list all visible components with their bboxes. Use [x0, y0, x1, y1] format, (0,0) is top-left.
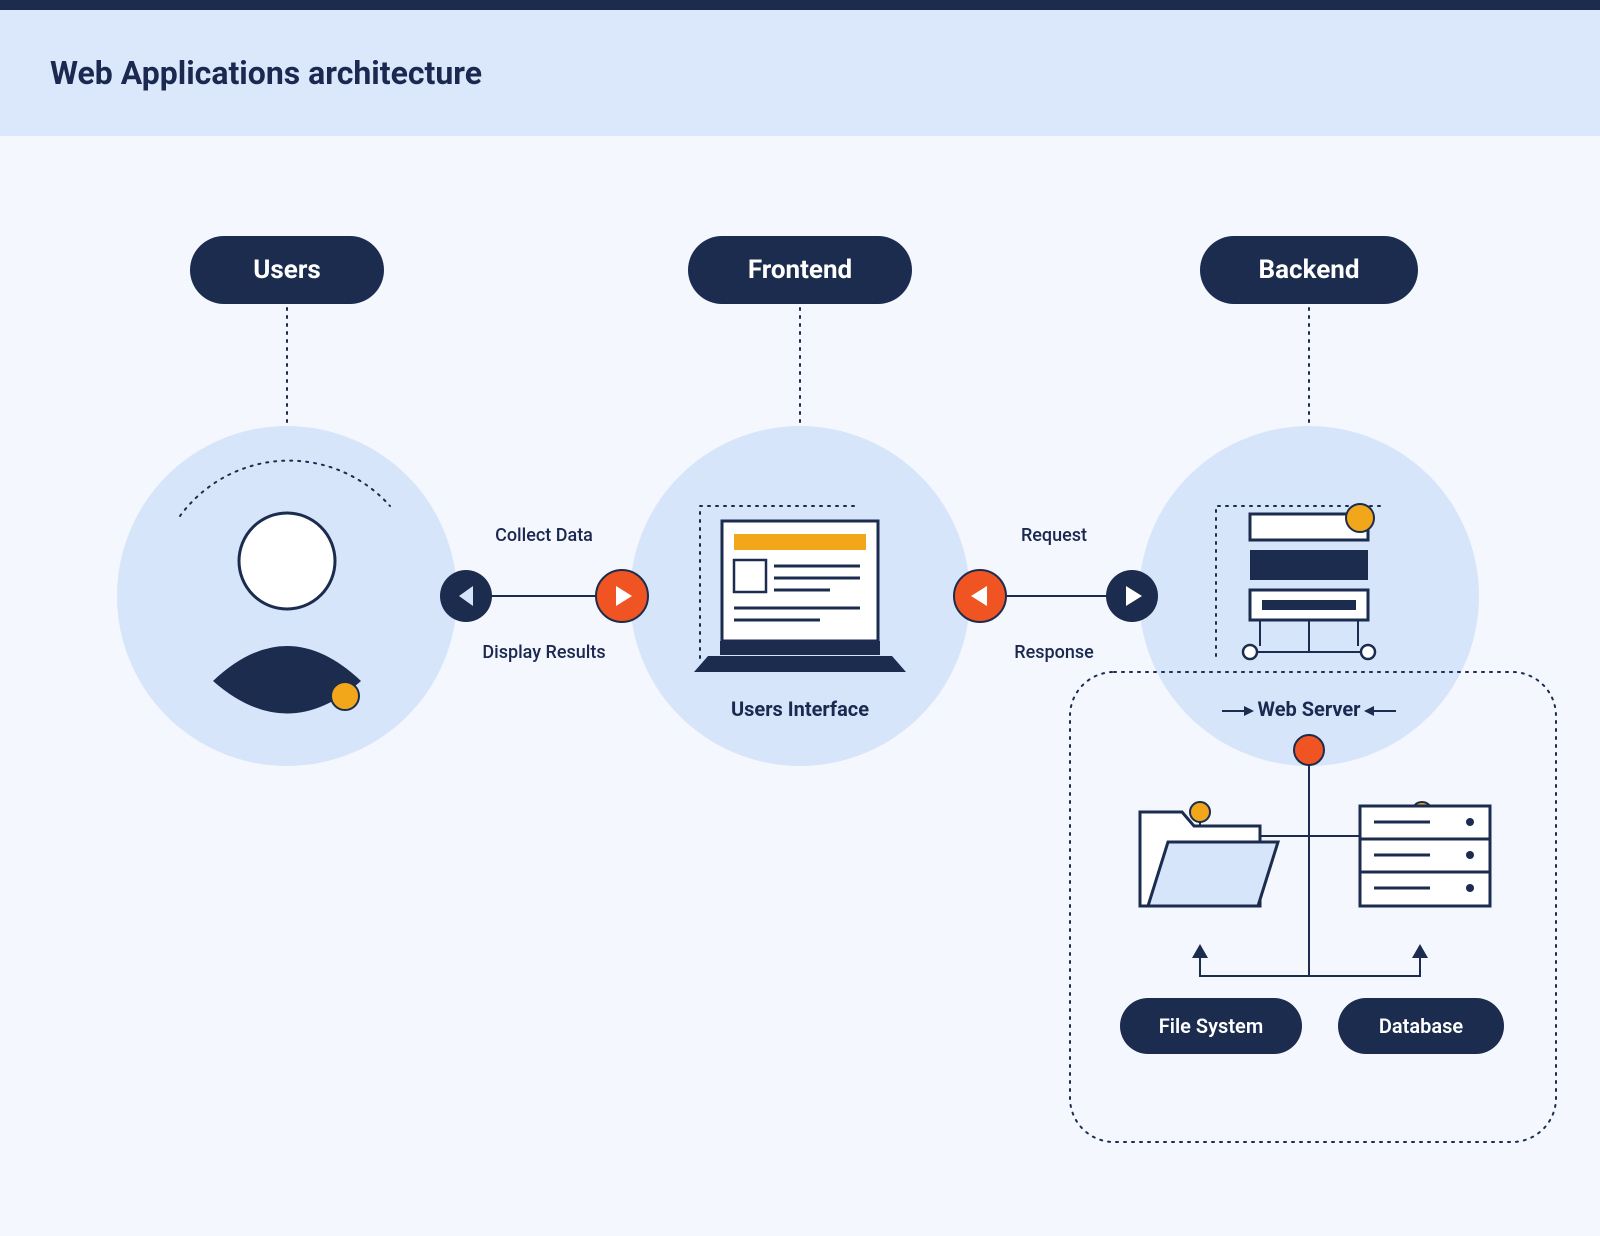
backend-pill-label: Backend — [1259, 255, 1360, 285]
arrow-up-icon — [1192, 944, 1208, 958]
arrow-up-icon — [1412, 944, 1428, 958]
folder-icon — [1140, 812, 1278, 906]
flow-request: Request — [1021, 525, 1087, 546]
page-title: Web Applications architecture — [50, 54, 1550, 92]
database-icon — [1360, 806, 1490, 906]
page-header: Web Applications architecture — [0, 10, 1600, 136]
database-label: Database — [1379, 1014, 1464, 1038]
frontend-sub-label: Users Interface — [731, 697, 869, 721]
flow-response: Response — [1014, 642, 1094, 663]
users-pill-label: Users — [253, 255, 320, 285]
laptop-icon — [694, 521, 906, 672]
hub-dot-icon — [1294, 735, 1324, 765]
top-bar — [0, 0, 1600, 10]
flow-display-results: Display Results — [482, 642, 605, 663]
frontend-pill-label: Frontend — [748, 255, 852, 285]
filesystem-label: File System — [1159, 1014, 1263, 1038]
diagram-canvas: Users Frontend Users Interface Backend — [0, 136, 1600, 1236]
flow-collect-data: Collect Data — [495, 525, 593, 546]
backend-sub-label: Web Server — [1258, 697, 1362, 721]
architecture-diagram: Users Frontend Users Interface Backend — [0, 136, 1600, 1236]
